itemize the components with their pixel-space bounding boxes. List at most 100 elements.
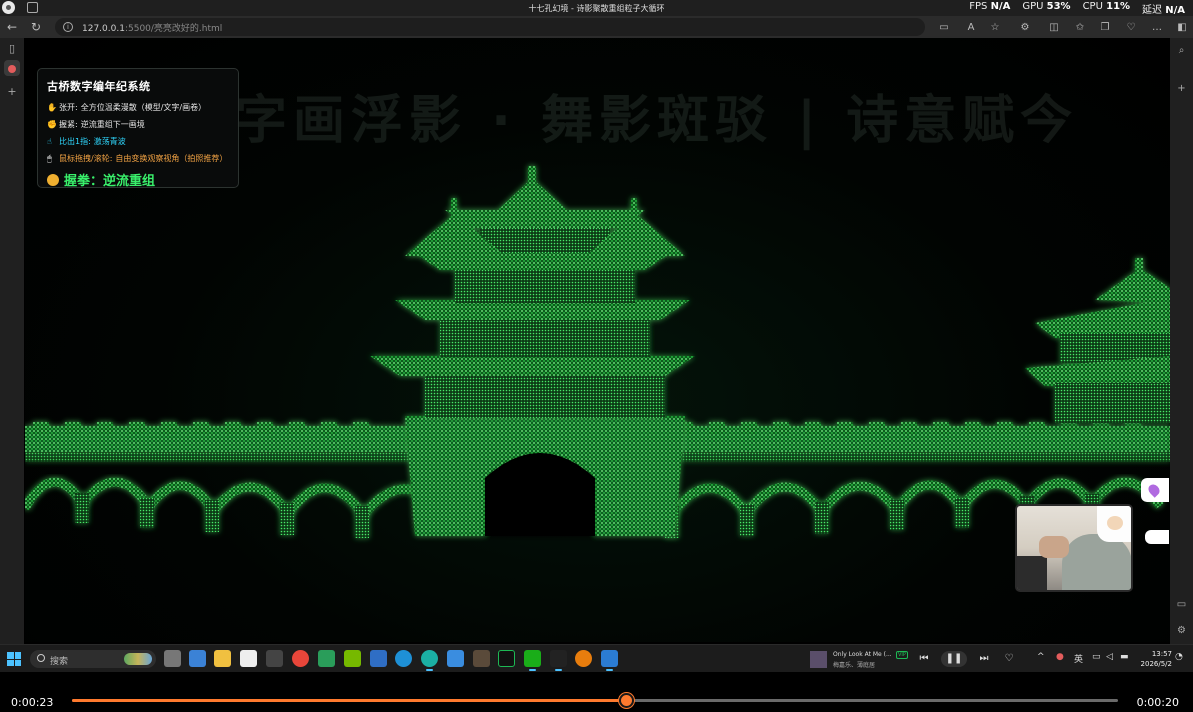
webcam-hand [1039,536,1069,558]
favorites-icon[interactable]: ✩ [1073,20,1087,34]
nvidia-icon[interactable] [344,650,361,667]
floating-location-button[interactable] [1141,478,1169,502]
panel-title: 古桥数字编年纪系统 [47,80,151,93]
progress-fill [72,699,627,702]
camera-icon[interactable]: ▭ [937,20,951,34]
microphone-icon[interactable]: ● [1056,652,1064,662]
gesture-row-open-hand: ✋ 张开: 全方位温柔漫散（模型/文字/画卷） [47,103,207,112]
new-tab-plus-icon[interactable]: + [4,84,20,100]
window-titlebar: 十七孔幻境 - 诗影聚散重组粒子大循环 FPS N/A GPU 53% CPU … [0,0,1193,16]
battery-icon[interactable]: ▬ [1120,652,1129,662]
location-pin-icon [1146,482,1162,498]
pinyin-tool-icon[interactable] [473,650,490,667]
tab-actions-icon[interactable]: ▯ [4,41,20,57]
workspaces-icon[interactable] [27,2,38,13]
pointing-finger-icon: ☝ [47,137,52,146]
gpu-stat: GPU 53% [1022,1,1071,12]
sidebar-toggle-icon[interactable]: ◧ [1175,20,1189,34]
collections-icon[interactable]: ❐ [1098,20,1112,34]
widgets-store-icon[interactable] [189,650,206,667]
refresh-icon[interactable]: ↻ [28,19,44,35]
video-player-bar: 0:00:23 0:00:20 [0,672,1193,712]
webcam-chair [1017,556,1047,590]
taskbar-clock[interactable]: 13:57 2026/5/2 [1140,649,1172,669]
capcut-icon[interactable] [550,650,567,671]
gesture-row-one-finger: ☝ 比出1指: 激荡青波 [47,137,126,146]
browser-essentials-icon[interactable]: ♡ [1124,20,1138,34]
progress-knob[interactable] [619,693,635,708]
extension-icon[interactable]: ⚙ [1018,20,1032,34]
volume-icon[interactable]: ◁ [1106,652,1113,662]
app-blue-icon[interactable] [370,650,387,667]
tray-overflow-icon[interactable]: ^ [1037,652,1045,662]
notification-bell-icon[interactable]: ◔ [1175,652,1183,662]
search-highlight-icon [124,653,152,665]
taskbar-search[interactable]: 搜索 [30,650,156,668]
windows-start-icon[interactable] [7,652,21,666]
cpu-stat: CPU 11% [1082,1,1131,12]
browser-toolbar: ← ↻ i 127.0.0.1:5500/亮亮改好的.html ▭ A ☆ ⚙ … [0,16,1193,38]
address-bar[interactable]: i 127.0.0.1:5500/亮亮改好的.html [55,18,925,36]
webcam-overlay [1015,504,1133,592]
blender-icon[interactable] [575,650,592,667]
gesture-status: 握拳：逆流重组 [47,170,229,189]
gesture-info-panel: 古桥数字编年纪系统 ✋ 张开: 全方位温柔漫散（模型/文字/画卷） ✊ 握紧: … [37,68,239,189]
windows-taskbar: 搜索 Only Look At Me (... 梅嘉乐、薄庭居 VIP ⏮ ❚❚… [0,644,1193,672]
fist-status-icon [47,173,59,186]
add-sidebar-app-icon[interactable]: + [1174,81,1189,96]
like-heart-icon[interactable]: ♡ [1001,651,1017,667]
recording-dot-icon [8,65,16,73]
image-viewer-icon[interactable] [318,650,335,667]
wechat-icon[interactable] [524,650,541,671]
file-explorer-icon[interactable] [214,650,231,667]
qq-browser-icon[interactable] [447,650,464,667]
notion-icon[interactable] [240,650,257,667]
duration-time: 0:00:20 [1136,696,1179,709]
edge-icon[interactable] [395,650,412,667]
open-hand-icon: ✋ [47,103,57,112]
particle-canvas[interactable]: 字画浮影 · 舞影斑驳 | 诗意赋今 古桥数字编年纪系统 ✋ 张开: 全方位温柔… [25,38,1170,642]
media-widget[interactable]: Only Look At Me (... 梅嘉乐、薄庭居 VIP [810,649,910,669]
read-aloud-icon[interactable]: A [964,20,978,34]
latency-stat: 延迟 N/A [1142,5,1185,16]
browser-right-sidebar: ⌕ + ▭ ⚙ [1170,38,1193,644]
vscode-icon[interactable] [601,650,618,671]
perf-overlay: FPS N/A GPU 53% CPU 11% 延迟 N/A [969,1,1185,16]
edge-dev-icon[interactable] [421,650,438,671]
progress-track[interactable] [72,693,1118,708]
more-menu-icon[interactable]: … [1150,20,1164,34]
album-cover [810,651,827,668]
split-screen-icon[interactable]: ◫ [1047,20,1061,34]
gesture-row-mouse: 🖱 鼠标拖拽/滚轮: 自由变换观察视角（拍照推荐） [47,153,228,164]
gesture-row-fist: ✊ 握紧: 逆流重组下一画境 [47,120,145,129]
previous-track-icon[interactable]: ⏮ [916,651,932,667]
fist-icon: ✊ [47,120,57,129]
unity-icon[interactable] [266,650,283,667]
next-track-icon[interactable]: ⏭ [976,651,992,667]
gate-tower-base [405,416,685,536]
profile-avatar-icon[interactable] [2,1,15,14]
url-text[interactable]: 127.0.0.1:5500/亮亮改好的.html [82,21,222,34]
cartoon-sticker-icon [1097,506,1131,542]
site-info-icon[interactable]: i [63,22,73,32]
ime-indicator[interactable]: 英 [1074,652,1083,665]
network-icon[interactable]: ▭ [1092,652,1101,662]
back-arrow-icon[interactable]: ← [4,19,20,35]
right-pavilion [1025,258,1170,423]
floating-assistant-button[interactable] [1145,530,1169,544]
vertical-tabs-sidebar: ▯ + [0,38,24,644]
chrome-icon[interactable] [292,650,309,667]
sidebar-settings-icon[interactable]: ⚙ [1174,623,1189,638]
webcam-person [1062,534,1131,590]
pause-icon[interactable]: ❚❚ [941,651,967,667]
fps-stat: FPS N/A [969,1,1011,12]
music-app-icon[interactable] [498,650,515,667]
current-time: 0:00:23 [11,696,54,709]
search-icon[interactable]: ⌕ [1174,43,1189,58]
screen-cast-icon[interactable]: ▭ [1174,597,1189,612]
task-view-icon[interactable] [164,650,181,667]
favorite-star-icon[interactable]: ☆ [988,20,1002,34]
mouse-icon: 🖱 [47,153,52,163]
pagoda-tower [370,166,695,418]
search-icon [37,654,45,662]
